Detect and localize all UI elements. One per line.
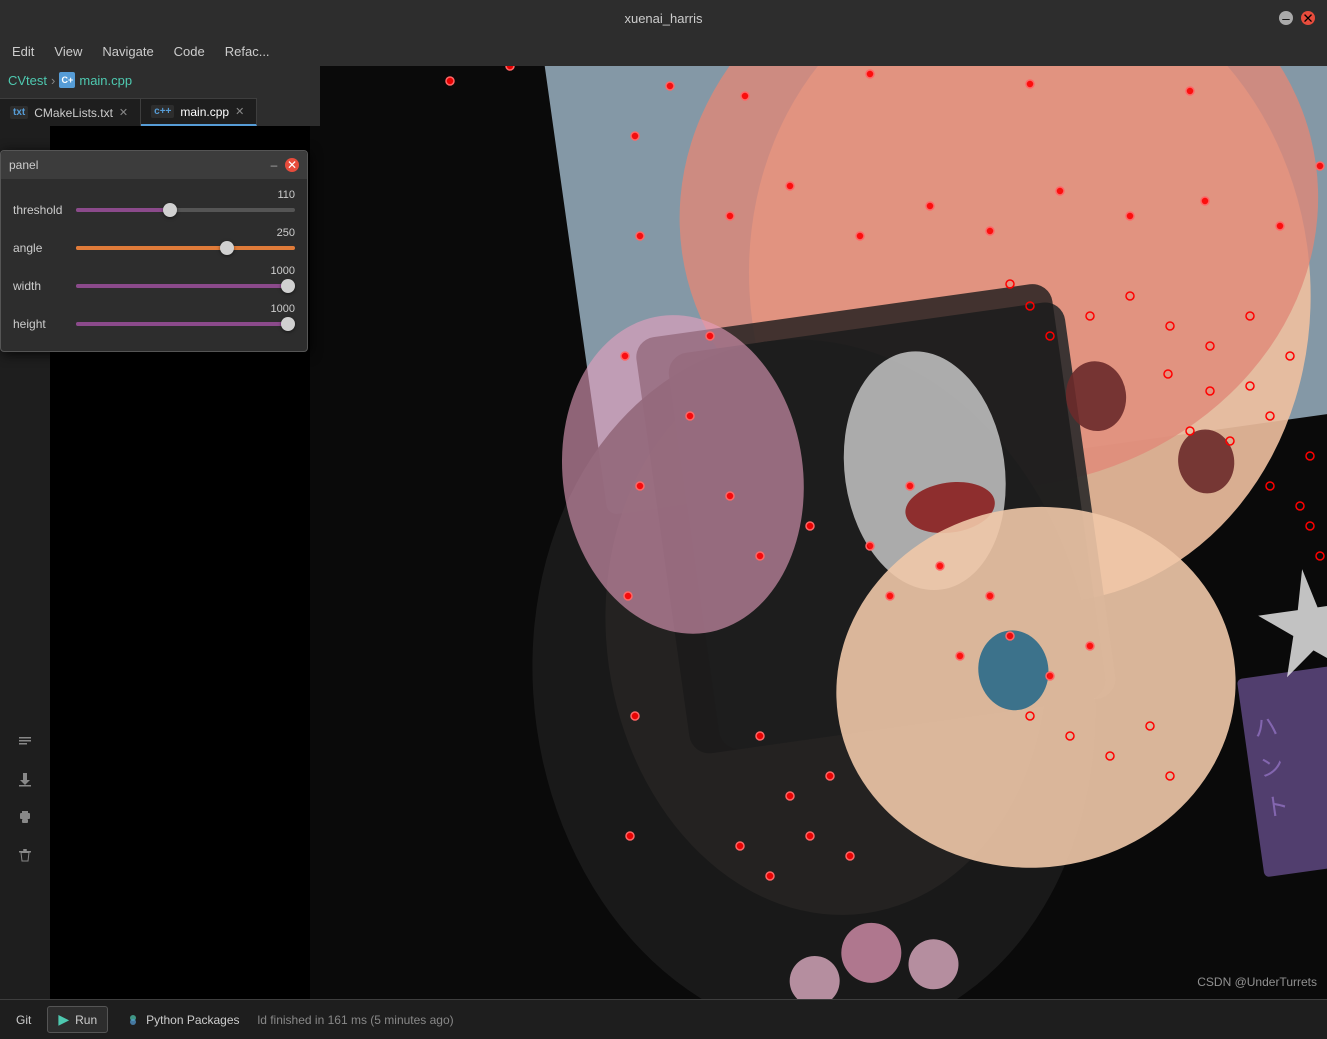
panel-content: 110 threshold 250 angle 1000 <box>1 179 307 351</box>
tab-cmake[interactable]: txt CMakeLists.txt ✕ <box>0 98 141 126</box>
angle-track[interactable] <box>76 246 295 250</box>
tab-main-close[interactable]: ✕ <box>235 105 244 118</box>
file-cpp-icon: C+ <box>59 72 75 88</box>
angle-label-row: angle <box>13 241 295 255</box>
tab-cmake-icon: txt <box>10 106 28 119</box>
width-label: width <box>13 279 68 293</box>
width-fill <box>76 284 288 288</box>
angle-value: 250 <box>13 227 295 239</box>
python-icon <box>126 1013 140 1027</box>
height-label: height <box>13 317 68 331</box>
status-text: ld finished in 161 ms (5 minutes ago) <box>258 1013 454 1027</box>
height-track[interactable] <box>76 322 295 326</box>
width-slider-row: 1000 width <box>13 265 295 293</box>
run-label: Run <box>75 1013 97 1027</box>
threshold-track[interactable] <box>76 208 295 212</box>
angle-slider-row: 250 angle <box>13 227 295 255</box>
height-slider-row: 1000 height <box>13 303 295 331</box>
panel-controls: – ✕ <box>267 158 299 172</box>
angle-label: angle <box>13 241 68 255</box>
control-panel: panel – ✕ 110 threshold 250 angle <box>0 150 308 352</box>
title-bar-controls: – ✕ <box>1279 11 1315 25</box>
height-label-row: height <box>13 317 295 331</box>
menu-bar: Edit View Navigate Code Refac... <box>0 36 1327 66</box>
svg-text:ン: ン <box>1258 754 1285 783</box>
threshold-value: 110 <box>13 189 295 201</box>
panel-close-button[interactable]: ✕ <box>285 158 299 172</box>
svg-text:ハ: ハ <box>1252 714 1279 743</box>
minimize-button[interactable]: – <box>1279 11 1293 25</box>
watermark: CSDN @UnderTurrets <box>1197 975 1317 989</box>
threshold-slider-row: 110 threshold <box>13 189 295 217</box>
run-button[interactable]: ▶ Run <box>47 1006 108 1033</box>
tab-main-icon: c++ <box>151 105 174 118</box>
tab-main-label: main.cpp <box>180 105 229 119</box>
breadcrumb-project[interactable]: CVtest <box>8 73 47 88</box>
width-value: 1000 <box>13 265 295 277</box>
breadcrumb: CVtest › C+ main.cpp <box>0 66 320 94</box>
menu-view[interactable]: View <box>46 42 90 61</box>
sidebar-icon-download[interactable] <box>10 764 40 794</box>
panel-minimize-button[interactable]: – <box>267 158 281 172</box>
panel-title: panel <box>9 158 38 172</box>
breadcrumb-file[interactable]: main.cpp <box>79 73 132 88</box>
sidebar-icon-delete[interactable] <box>10 840 40 870</box>
height-value: 1000 <box>13 303 295 315</box>
width-track[interactable] <box>76 284 295 288</box>
title-bar: xuenai_harris – ✕ <box>0 0 1327 36</box>
svg-text:ト: ト <box>1263 793 1290 822</box>
tab-cmake-label: CMakeLists.txt <box>34 106 113 120</box>
threshold-thumb[interactable] <box>163 203 177 217</box>
angle-fill <box>76 246 227 250</box>
threshold-label: threshold <box>13 203 68 217</box>
breadcrumb-separator: › <box>51 73 55 88</box>
status-bar: Git ▶ Run Python Packages ld finished in… <box>0 999 1327 1039</box>
tab-cmake-close[interactable]: ✕ <box>119 106 128 119</box>
sidebar-icon-print[interactable] <box>10 802 40 832</box>
anime-svg: ハ ン ト <box>310 36 1327 999</box>
menu-code[interactable]: Code <box>166 42 213 61</box>
height-thumb[interactable] <box>281 317 295 331</box>
threshold-label-row: threshold <box>13 203 295 217</box>
image-viewport: ハ ン ト <box>310 36 1327 999</box>
sidebar-icon-list[interactable] <box>10 726 40 756</box>
height-fill <box>76 322 288 326</box>
threshold-fill <box>76 208 170 212</box>
menu-refactor[interactable]: Refac... <box>217 42 278 61</box>
tabs-bar: txt CMakeLists.txt ✕ c++ main.cpp ✕ <box>0 94 320 126</box>
git-button[interactable]: Git <box>8 1009 39 1031</box>
angle-thumb[interactable] <box>220 241 234 255</box>
tab-main[interactable]: c++ main.cpp ✕ <box>141 98 257 126</box>
menu-navigate[interactable]: Navigate <box>94 42 161 61</box>
window-title: xuenai_harris <box>624 11 702 26</box>
run-icon: ▶ <box>58 1011 69 1028</box>
python-packages-label: Python Packages <box>146 1013 239 1027</box>
width-thumb[interactable] <box>281 279 295 293</box>
close-button[interactable]: ✕ <box>1301 11 1315 25</box>
panel-header[interactable]: panel – ✕ <box>1 151 307 179</box>
python-packages-button[interactable]: Python Packages <box>116 1009 249 1031</box>
menu-edit[interactable]: Edit <box>4 42 42 61</box>
width-label-row: width <box>13 279 295 293</box>
